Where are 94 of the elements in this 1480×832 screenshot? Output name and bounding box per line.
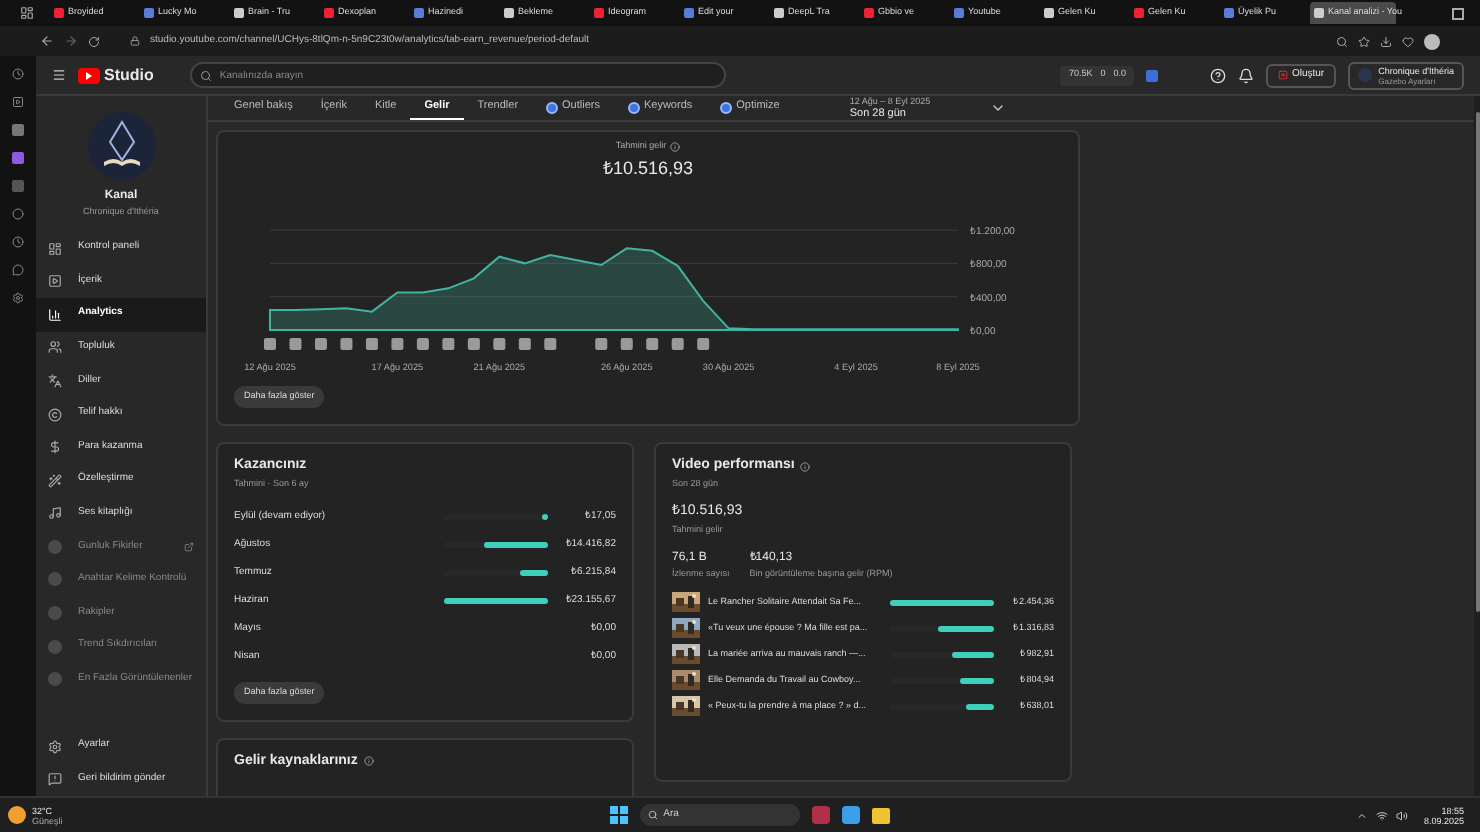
youtube-logo-icon	[78, 67, 100, 83]
play-icon	[48, 274, 62, 289]
dollar-icon	[48, 440, 62, 455]
favicon-icon	[1314, 8, 1324, 18]
download-icon[interactable]	[1380, 35, 1392, 47]
tab-list-icon[interactable]	[20, 6, 34, 20]
video-marker-icon[interactable]	[442, 338, 455, 351]
favicon-icon	[954, 8, 964, 18]
reload-icon[interactable]	[88, 35, 100, 47]
menu-icon[interactable]	[52, 68, 66, 82]
heart-icon[interactable]	[1402, 35, 1414, 47]
chevron-up-icon[interactable]	[1355, 809, 1368, 821]
video-marker-icon[interactable]	[314, 338, 327, 351]
external-link-icon	[184, 541, 194, 552]
lock-icon	[130, 36, 140, 46]
video-marker-icon[interactable]	[697, 338, 710, 351]
favicon-icon	[324, 8, 334, 18]
help-icon[interactable]	[1209, 67, 1226, 83]
star-icon[interactable]	[1358, 35, 1370, 47]
extension-icon	[546, 101, 559, 113]
circle-icon[interactable]	[12, 208, 24, 220]
app-icon[interactable]	[12, 152, 24, 164]
dashboard-icon	[48, 241, 62, 256]
studio-logo: Studio	[104, 63, 154, 87]
video-marker-icon[interactable]	[391, 338, 404, 351]
chevron-down-icon	[990, 100, 1007, 116]
favicon-icon	[684, 8, 694, 18]
video-marker-icon[interactable]	[646, 338, 659, 351]
video-marker-icon[interactable]	[289, 338, 302, 351]
folder-icon[interactable]	[871, 807, 890, 823]
notification-icon[interactable]	[1237, 67, 1254, 83]
close-icon[interactable]	[1452, 7, 1464, 19]
favicon-icon	[864, 8, 874, 18]
channel-avatar	[87, 112, 155, 180]
video-marker-icon[interactable]	[264, 338, 276, 351]
info-icon[interactable]	[670, 141, 681, 152]
plus-icon	[1277, 70, 1288, 80]
favicon-icon	[594, 8, 604, 18]
video-marker-icon[interactable]	[671, 338, 684, 351]
music-icon	[48, 506, 62, 521]
info-icon[interactable]	[363, 756, 374, 766]
volume-icon[interactable]	[1395, 809, 1408, 821]
favicon-icon	[1224, 8, 1234, 18]
video-marker-icon[interactable]	[493, 338, 506, 351]
favicon-icon	[144, 8, 154, 18]
feedback-icon	[48, 772, 62, 787]
search-icon	[199, 69, 212, 81]
video-marker-icon[interactable]	[620, 338, 633, 351]
settings-icon[interactable]	[12, 292, 24, 304]
metric-value: ₺10.516,93	[602, 155, 694, 182]
favicon-icon	[504, 8, 514, 18]
extension-icon	[48, 672, 62, 687]
wifi-icon[interactable]	[1375, 809, 1388, 821]
people-icon	[48, 340, 62, 355]
extension-icon	[48, 639, 62, 654]
search-icon	[647, 810, 658, 820]
player-icon[interactable]	[12, 96, 24, 108]
favicon-icon	[774, 8, 784, 18]
favicon-icon	[1044, 8, 1054, 18]
copyright-icon	[48, 407, 62, 422]
clock-icon[interactable]	[12, 236, 24, 248]
video-marker-icon[interactable]	[595, 338, 608, 351]
favicon-icon	[54, 8, 64, 18]
settings-icon	[48, 739, 62, 754]
extension-icon[interactable]	[1145, 69, 1158, 81]
video-marker-icon[interactable]	[340, 338, 353, 351]
forward-icon[interactable]	[64, 34, 78, 48]
chart-icon	[48, 307, 62, 322]
search-icon[interactable]	[1336, 35, 1348, 47]
favicon-icon	[414, 8, 424, 18]
extension-icon	[627, 101, 640, 113]
scrollbar-thumb[interactable]	[1475, 112, 1479, 612]
app-icon[interactable]	[12, 124, 24, 136]
translate-icon	[48, 373, 62, 388]
wand-icon	[48, 473, 62, 488]
video-marker-icon[interactable]	[416, 338, 429, 351]
weather-icon	[8, 806, 26, 824]
info-icon[interactable]	[800, 461, 811, 472]
favicon-icon	[1134, 8, 1144, 18]
history-icon[interactable]	[12, 68, 24, 80]
video-marker-icon[interactable]	[365, 338, 378, 351]
back-icon[interactable]	[40, 34, 54, 48]
video-marker-icon[interactable]	[544, 338, 557, 351]
extension-icon	[48, 572, 62, 587]
avatar	[1358, 68, 1373, 82]
start-icon[interactable]	[609, 806, 628, 824]
extension-icon	[48, 606, 62, 621]
profile-avatar[interactable]	[1424, 33, 1440, 49]
video-marker-icon[interactable]	[518, 338, 531, 351]
favicon-icon	[234, 8, 244, 18]
video-marker-icon[interactable]	[467, 338, 480, 351]
extension-icon	[48, 539, 62, 554]
extension-icon	[720, 101, 733, 113]
chat-icon[interactable]	[12, 264, 24, 276]
